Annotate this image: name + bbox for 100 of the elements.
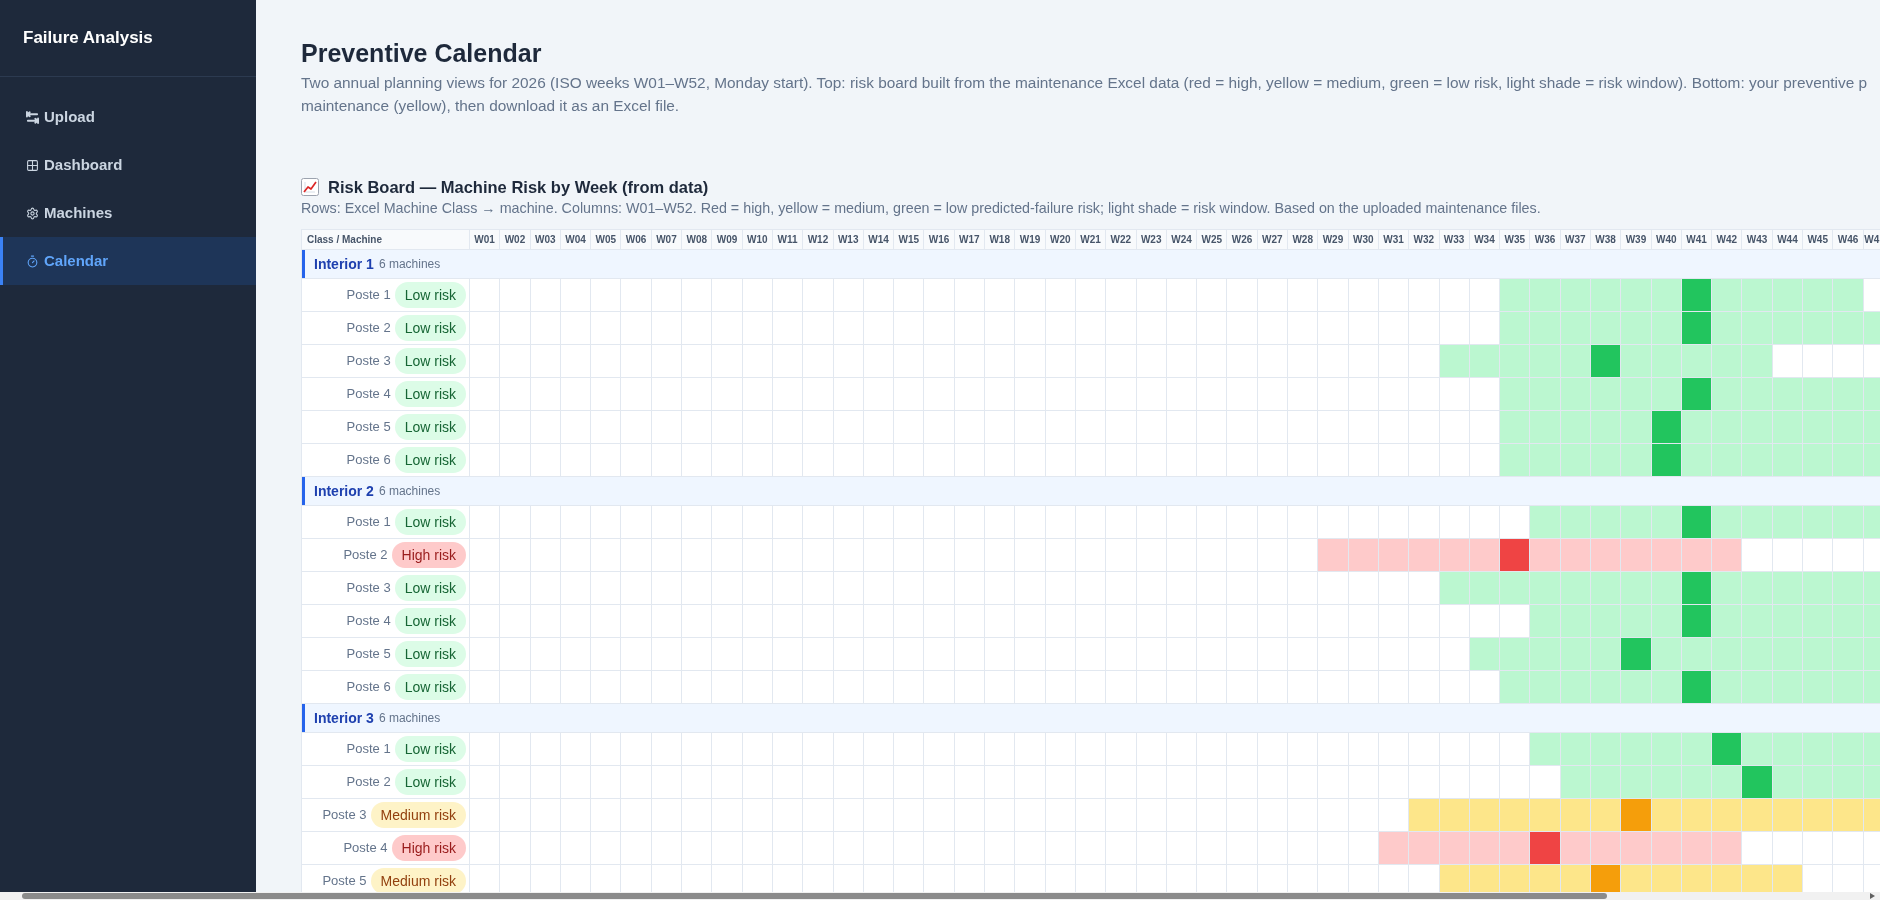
- week-header: W12: [803, 230, 833, 249]
- risk-badge: Low risk: [394, 282, 466, 308]
- week-header: W39: [1621, 230, 1651, 249]
- week-header: W29: [1318, 230, 1348, 249]
- machine-name: Poste 2: [346, 773, 391, 792]
- week-header: W31: [1378, 230, 1409, 249]
- page-title: Preventive Calendar: [301, 38, 543, 69]
- week-header: W46: [1833, 230, 1863, 249]
- week-header: W01: [470, 230, 500, 249]
- week-header: W28: [1288, 230, 1318, 249]
- week-header: W26: [1227, 230, 1257, 249]
- page-description: Two annual planning views for 2026 (ISO weeks W01–W52, Monday start). Top: risk board built from the maintenance Excel data (red = high, yellow = medium, green = low risk, light shade = risk window). Bottom: your preventive p maintenance (yellow), then download it as an Excel file.: [301, 73, 1869, 116]
- machine-name: Poste 3: [322, 806, 367, 825]
- risk-badge: Low risk: [394, 381, 466, 407]
- machine-name: Poste 5: [322, 872, 367, 891]
- group-name: Interior 1: [314, 254, 374, 274]
- week-header: W4: [1863, 230, 1880, 249]
- group-name: Interior 3: [314, 708, 374, 728]
- week-header: W25: [1197, 230, 1227, 249]
- week-header: W33: [1439, 230, 1469, 249]
- chart-icon: [301, 178, 319, 196]
- risk-badge: Low risk: [394, 641, 466, 667]
- app-title: Failure Analysis: [23, 27, 153, 50]
- week-header: W44: [1772, 230, 1803, 249]
- week-header: W42: [1712, 230, 1742, 249]
- week-header: W07: [651, 230, 682, 249]
- week-header: W43: [1742, 230, 1772, 249]
- scrollbar-thumb[interactable]: [22, 893, 1607, 899]
- week-header: W32: [1409, 230, 1439, 249]
- week-header: W14: [863, 230, 894, 249]
- machine-name: Poste 4: [343, 839, 388, 858]
- nav-item[interactable]: Dashboard: [0, 141, 256, 189]
- week-header: W05: [591, 230, 621, 249]
- group-name: Interior 2: [314, 481, 374, 501]
- machine-name: Poste 6: [346, 451, 391, 470]
- nav-item[interactable]: Upload: [0, 93, 256, 141]
- machine-name: Poste 3: [346, 579, 391, 598]
- section-description: Rows: Excel Machine Class → machine. Columns: W01–W52. Red = high, yellow = medium, green = low predicted-failure risk; light shade = risk window. Based on the uploaded maintenance files.: [301, 199, 1542, 218]
- week-header: W17: [954, 230, 985, 249]
- week-header: W10: [742, 230, 772, 249]
- machine-name: Poste 4: [346, 612, 391, 631]
- risk-badge: Low risk: [394, 674, 466, 700]
- horizontal-scrollbar[interactable]: [0, 892, 1880, 900]
- section-title: Risk Board — Machine Risk by Week (from data): [328, 177, 709, 198]
- week-header: W35: [1500, 230, 1530, 249]
- scroll-right-arrow-icon[interactable]: [1870, 893, 1875, 899]
- machine-count: 6 machines: [378, 710, 441, 727]
- week-header: W08: [682, 230, 712, 249]
- risk-badge: Medium risk: [370, 868, 466, 892]
- machine-name: Poste 5: [346, 418, 391, 437]
- risk-badge: Low risk: [394, 736, 466, 762]
- week-header: W30: [1348, 230, 1378, 249]
- week-header: W38: [1591, 230, 1621, 249]
- risk-badge: High risk: [391, 542, 466, 568]
- left-right-arrows-icon: [26, 110, 39, 124]
- machine-count: 6 machines: [378, 256, 441, 273]
- risk-badge: Low risk: [394, 315, 466, 341]
- risk-badge: Medium risk: [370, 802, 466, 828]
- week-header: W40: [1651, 230, 1681, 249]
- week-header: W09: [712, 230, 742, 249]
- week-header: W36: [1530, 230, 1560, 249]
- week-header: W20: [1045, 230, 1075, 249]
- machine-name: Poste 5: [346, 645, 391, 664]
- stopwatch-icon: [26, 254, 39, 268]
- week-header: W22: [1106, 230, 1136, 249]
- week-header: W24: [1166, 230, 1197, 249]
- risk-badge: High risk: [391, 835, 466, 861]
- risk-badge: Low risk: [394, 348, 466, 374]
- week-header: W13: [833, 230, 863, 249]
- machine-name: Poste 6: [346, 678, 391, 697]
- risk-badge: Low risk: [394, 769, 466, 795]
- machine-name: Poste 2: [346, 319, 391, 338]
- gear-icon: [26, 206, 39, 220]
- machine-name: Poste 2: [343, 546, 388, 565]
- nav-item[interactable]: Machines: [0, 189, 256, 237]
- week-header: W34: [1469, 230, 1500, 249]
- risk-badge: Low risk: [394, 575, 466, 601]
- machine-name: Poste 1: [346, 740, 391, 759]
- week-header: W41: [1681, 230, 1712, 249]
- week-header: W04: [560, 230, 591, 249]
- grid-icon: [26, 158, 39, 172]
- risk-badge: Low risk: [394, 509, 466, 535]
- machine-name: Poste 1: [346, 286, 391, 305]
- risk-badge: Low risk: [394, 447, 466, 473]
- machine-name: Poste 1: [346, 513, 391, 532]
- risk-badge: Low risk: [394, 608, 466, 634]
- week-header: W02: [500, 230, 530, 249]
- week-header: W03: [530, 230, 560, 249]
- machine-name: Poste 4: [346, 385, 391, 404]
- week-header: W16: [924, 230, 954, 249]
- risk-badge: Low risk: [394, 414, 466, 440]
- week-header: W37: [1560, 230, 1590, 249]
- week-header: W21: [1075, 230, 1106, 249]
- week-header: W11: [772, 230, 803, 249]
- week-header: W06: [621, 230, 651, 249]
- nav-item[interactable]: Calendar: [0, 237, 256, 285]
- week-header: W23: [1136, 230, 1166, 249]
- week-header: W45: [1803, 230, 1833, 249]
- week-header: W19: [1015, 230, 1045, 249]
- week-header: W18: [985, 230, 1015, 249]
